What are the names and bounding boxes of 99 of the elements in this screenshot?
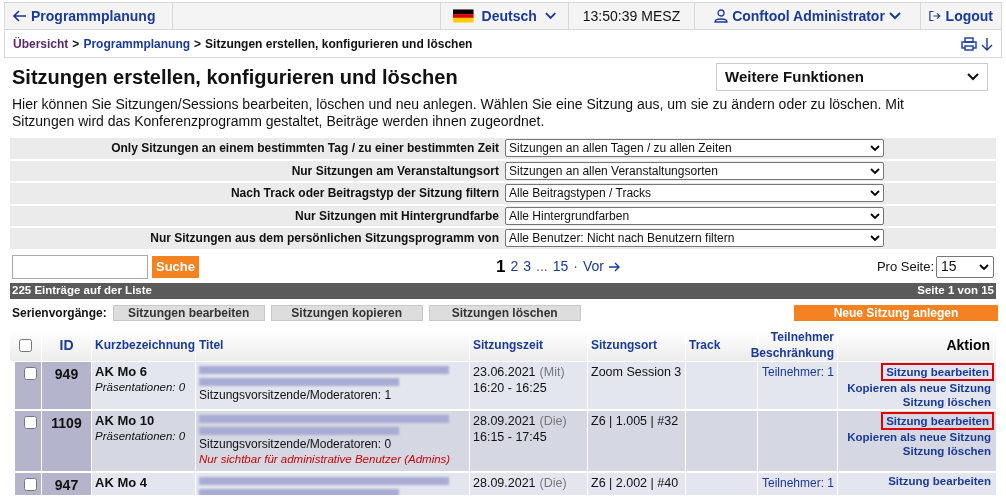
session-time: 16:15 - 17:45 bbox=[473, 428, 548, 445]
session-weekday: (Mit) bbox=[539, 363, 565, 380]
caret-icon bbox=[979, 263, 989, 270]
column-header-link[interactable]: Titel bbox=[199, 336, 224, 354]
column-header-link[interactable]: Sitzungszeit bbox=[473, 336, 543, 354]
page-heading: Sitzungen erstellen, konfigurieren und löschen bbox=[12, 65, 458, 90]
caret-icon bbox=[870, 145, 880, 151]
row-checkbox[interactable] bbox=[24, 477, 37, 491]
bulk-action-button[interactable]: Sitzungen kopieren bbox=[270, 305, 423, 321]
session-location: Zoom Session 3 bbox=[591, 364, 682, 379]
session-location: Z6 | 1.005 | #32 bbox=[591, 413, 679, 428]
breadcrumb-link[interactable]: Programmplanung bbox=[83, 34, 191, 53]
per-page-label: Pro Seite: bbox=[876, 257, 934, 276]
flag-icon bbox=[453, 9, 474, 23]
copy-session-link[interactable]: Kopieren als neue Sitzung bbox=[846, 429, 992, 444]
print-icon[interactable] bbox=[961, 36, 977, 51]
presentation-count: Präsentationen: 0 bbox=[95, 379, 187, 395]
back-arrow-icon bbox=[13, 10, 27, 22]
edit-session-link[interactable]: Sitzung bearbeiten bbox=[881, 362, 994, 381]
session-id: 949 bbox=[54, 365, 79, 382]
back-link[interactable]: Programmplanung bbox=[5, 3, 173, 29]
column-header-link[interactable]: Teilnehmer Beschränkung bbox=[750, 329, 834, 361]
edit-session-link[interactable]: Sitzung bearbeiten bbox=[881, 411, 994, 430]
session-time: 16:20 - 16:25 bbox=[473, 379, 548, 396]
bulk-actions-label: Serienvorgänge: bbox=[12, 305, 107, 322]
filter-label: Only Sitzungen an einem bestimmten Tag / zu einer bestimmten Zeit bbox=[110, 140, 500, 157]
session-id: 947 bbox=[54, 476, 79, 493]
next-page-link[interactable]: Vor bbox=[582, 256, 620, 277]
logout-link[interactable]: Logout bbox=[921, 3, 1001, 29]
session-weekday: (Die) bbox=[539, 474, 567, 491]
timezone-label: MESZ bbox=[641, 6, 681, 26]
page-description: Hier können Sie Sitzungen/Sessions bearbeiten, löschen und neu anlegen. Wählen Sie eine Sitzung aus, um sie zu ändern oder zu löschen. Mit Sitzungen wird das Konferenzprogramm gestaltet, Beiträge werden ihnen zugeordnet. bbox=[11, 96, 905, 130]
breadcrumb-separator: > bbox=[193, 35, 203, 53]
filter-label: Nach Track oder Beitragstyp der Sitzung filtern bbox=[229, 185, 500, 202]
admin-visibility-note: Nur sichtbar für administrative Benutzer (Admins) bbox=[199, 451, 451, 467]
page-link[interactable]: 3 bbox=[523, 256, 531, 277]
page-link[interactable]: 2 bbox=[510, 256, 519, 277]
delete-session-link[interactable]: Sitzung löschen bbox=[901, 394, 992, 409]
session-short-name: AK Mo 4 bbox=[95, 474, 148, 491]
caret-icon bbox=[870, 235, 880, 241]
moderator-count: Sitzungsvorsitzende/Moderatoren: 1 bbox=[199, 387, 393, 403]
page-link[interactable]: 15 bbox=[552, 256, 569, 277]
right-arrow-icon bbox=[607, 261, 620, 272]
logout-icon bbox=[929, 10, 942, 22]
search-field[interactable] bbox=[12, 254, 148, 279]
filter-dropdown[interactable]: Alle Hintergrundfarben bbox=[505, 206, 884, 225]
pagination-separator: · bbox=[573, 257, 578, 276]
copy-session-link[interactable]: Kopieren als neue Sitzung bbox=[846, 380, 992, 395]
filter-label: Nur Sitzungen mit Hintergrundfarbe bbox=[294, 207, 500, 225]
row-checkbox[interactable] bbox=[24, 415, 37, 429]
column-header-link[interactable]: ID bbox=[59, 334, 74, 356]
session-date: 23.06.2021 bbox=[473, 363, 536, 380]
column-header: Aktion bbox=[946, 335, 990, 355]
breadcrumb-separator: > bbox=[71, 35, 81, 53]
filter-dropdown[interactable]: Sitzungen an allen Tagen / zu allen Zeiten bbox=[505, 139, 884, 157]
caret-icon bbox=[967, 73, 979, 81]
session-location: Z6 | 2.002 | #40 bbox=[591, 475, 679, 490]
caret-icon bbox=[870, 212, 880, 219]
page-link[interactable]: 1 bbox=[495, 253, 506, 280]
user-menu[interactable]: Conftool Administrator bbox=[695, 3, 921, 29]
filter-dropdown[interactable]: Sitzungen an allen Veranstaltungsorten bbox=[505, 161, 884, 180]
caret-icon bbox=[544, 12, 556, 20]
delete-session-link[interactable]: Sitzung löschen bbox=[901, 443, 992, 458]
presentation-count: Präsentationen: 0 bbox=[95, 428, 187, 444]
bulk-action-button[interactable]: Sitzungen löschen bbox=[428, 305, 581, 321]
filter-label: Nur Sitzungen aus dem persönlichen Sitzungsprogramm von bbox=[149, 230, 500, 247]
breadcrumb-link[interactable]: Übersicht bbox=[13, 34, 69, 53]
filter-dropdown[interactable]: Alle Beitragstypen / Tracks bbox=[505, 184, 884, 202]
filter-dropdown[interactable]: Alle Benutzer: Nicht nach Benutzern filtern bbox=[505, 229, 884, 247]
breadcrumb-current: Sitzungen erstellen, konfigurieren und löschen bbox=[205, 35, 473, 53]
entry-count: 225 Einträge auf der Liste bbox=[12, 282, 152, 298]
more-functions-dropdown[interactable]: Weitere Funktionen bbox=[716, 63, 988, 91]
session-short-name: AK Mo 10 bbox=[95, 412, 156, 429]
session-date: 28.09.2021 bbox=[473, 412, 536, 429]
session-short-name: AK Mo 6 bbox=[95, 363, 148, 380]
filter-label: Nur Sitzungen am Veranstaltungsort bbox=[290, 162, 500, 180]
caret-icon bbox=[870, 190, 880, 196]
pagination-ellipsis: ... bbox=[536, 257, 548, 276]
down-arrow-icon[interactable] bbox=[981, 36, 993, 51]
page-info: Seite 1 von 15 bbox=[917, 282, 994, 298]
select-all-checkbox[interactable] bbox=[19, 338, 32, 352]
row-checkbox[interactable] bbox=[24, 366, 37, 380]
language-selector[interactable]: Deutsch bbox=[441, 3, 569, 29]
session-id: 1109 bbox=[51, 414, 82, 431]
column-header-link[interactable]: Track bbox=[689, 336, 721, 354]
edit-session-link[interactable]: Sitzung bearbeiten bbox=[887, 473, 992, 488]
column-header-link[interactable]: Sitzungsort bbox=[591, 336, 657, 354]
participant-limit: Teilnehmer: 1 bbox=[761, 364, 834, 379]
participant-limit: Teilnehmer: 1 bbox=[761, 475, 834, 490]
column-header-link[interactable]: Kurzbezeichnung bbox=[95, 336, 195, 354]
user-icon bbox=[714, 9, 729, 23]
caret-icon bbox=[870, 167, 880, 174]
per-page-dropdown[interactable]: 15 bbox=[936, 255, 994, 278]
session-weekday: (Die) bbox=[539, 412, 567, 429]
session-date: 28.09.2021 bbox=[473, 474, 536, 491]
clock-time: 13:50:39 bbox=[582, 6, 638, 26]
caret-icon bbox=[888, 12, 901, 20]
bulk-action-button[interactable]: Sitzungen bearbeiten bbox=[112, 305, 265, 321]
moderator-count: Sitzungsvorsitzende/Moderatoren: 0 bbox=[199, 436, 393, 452]
